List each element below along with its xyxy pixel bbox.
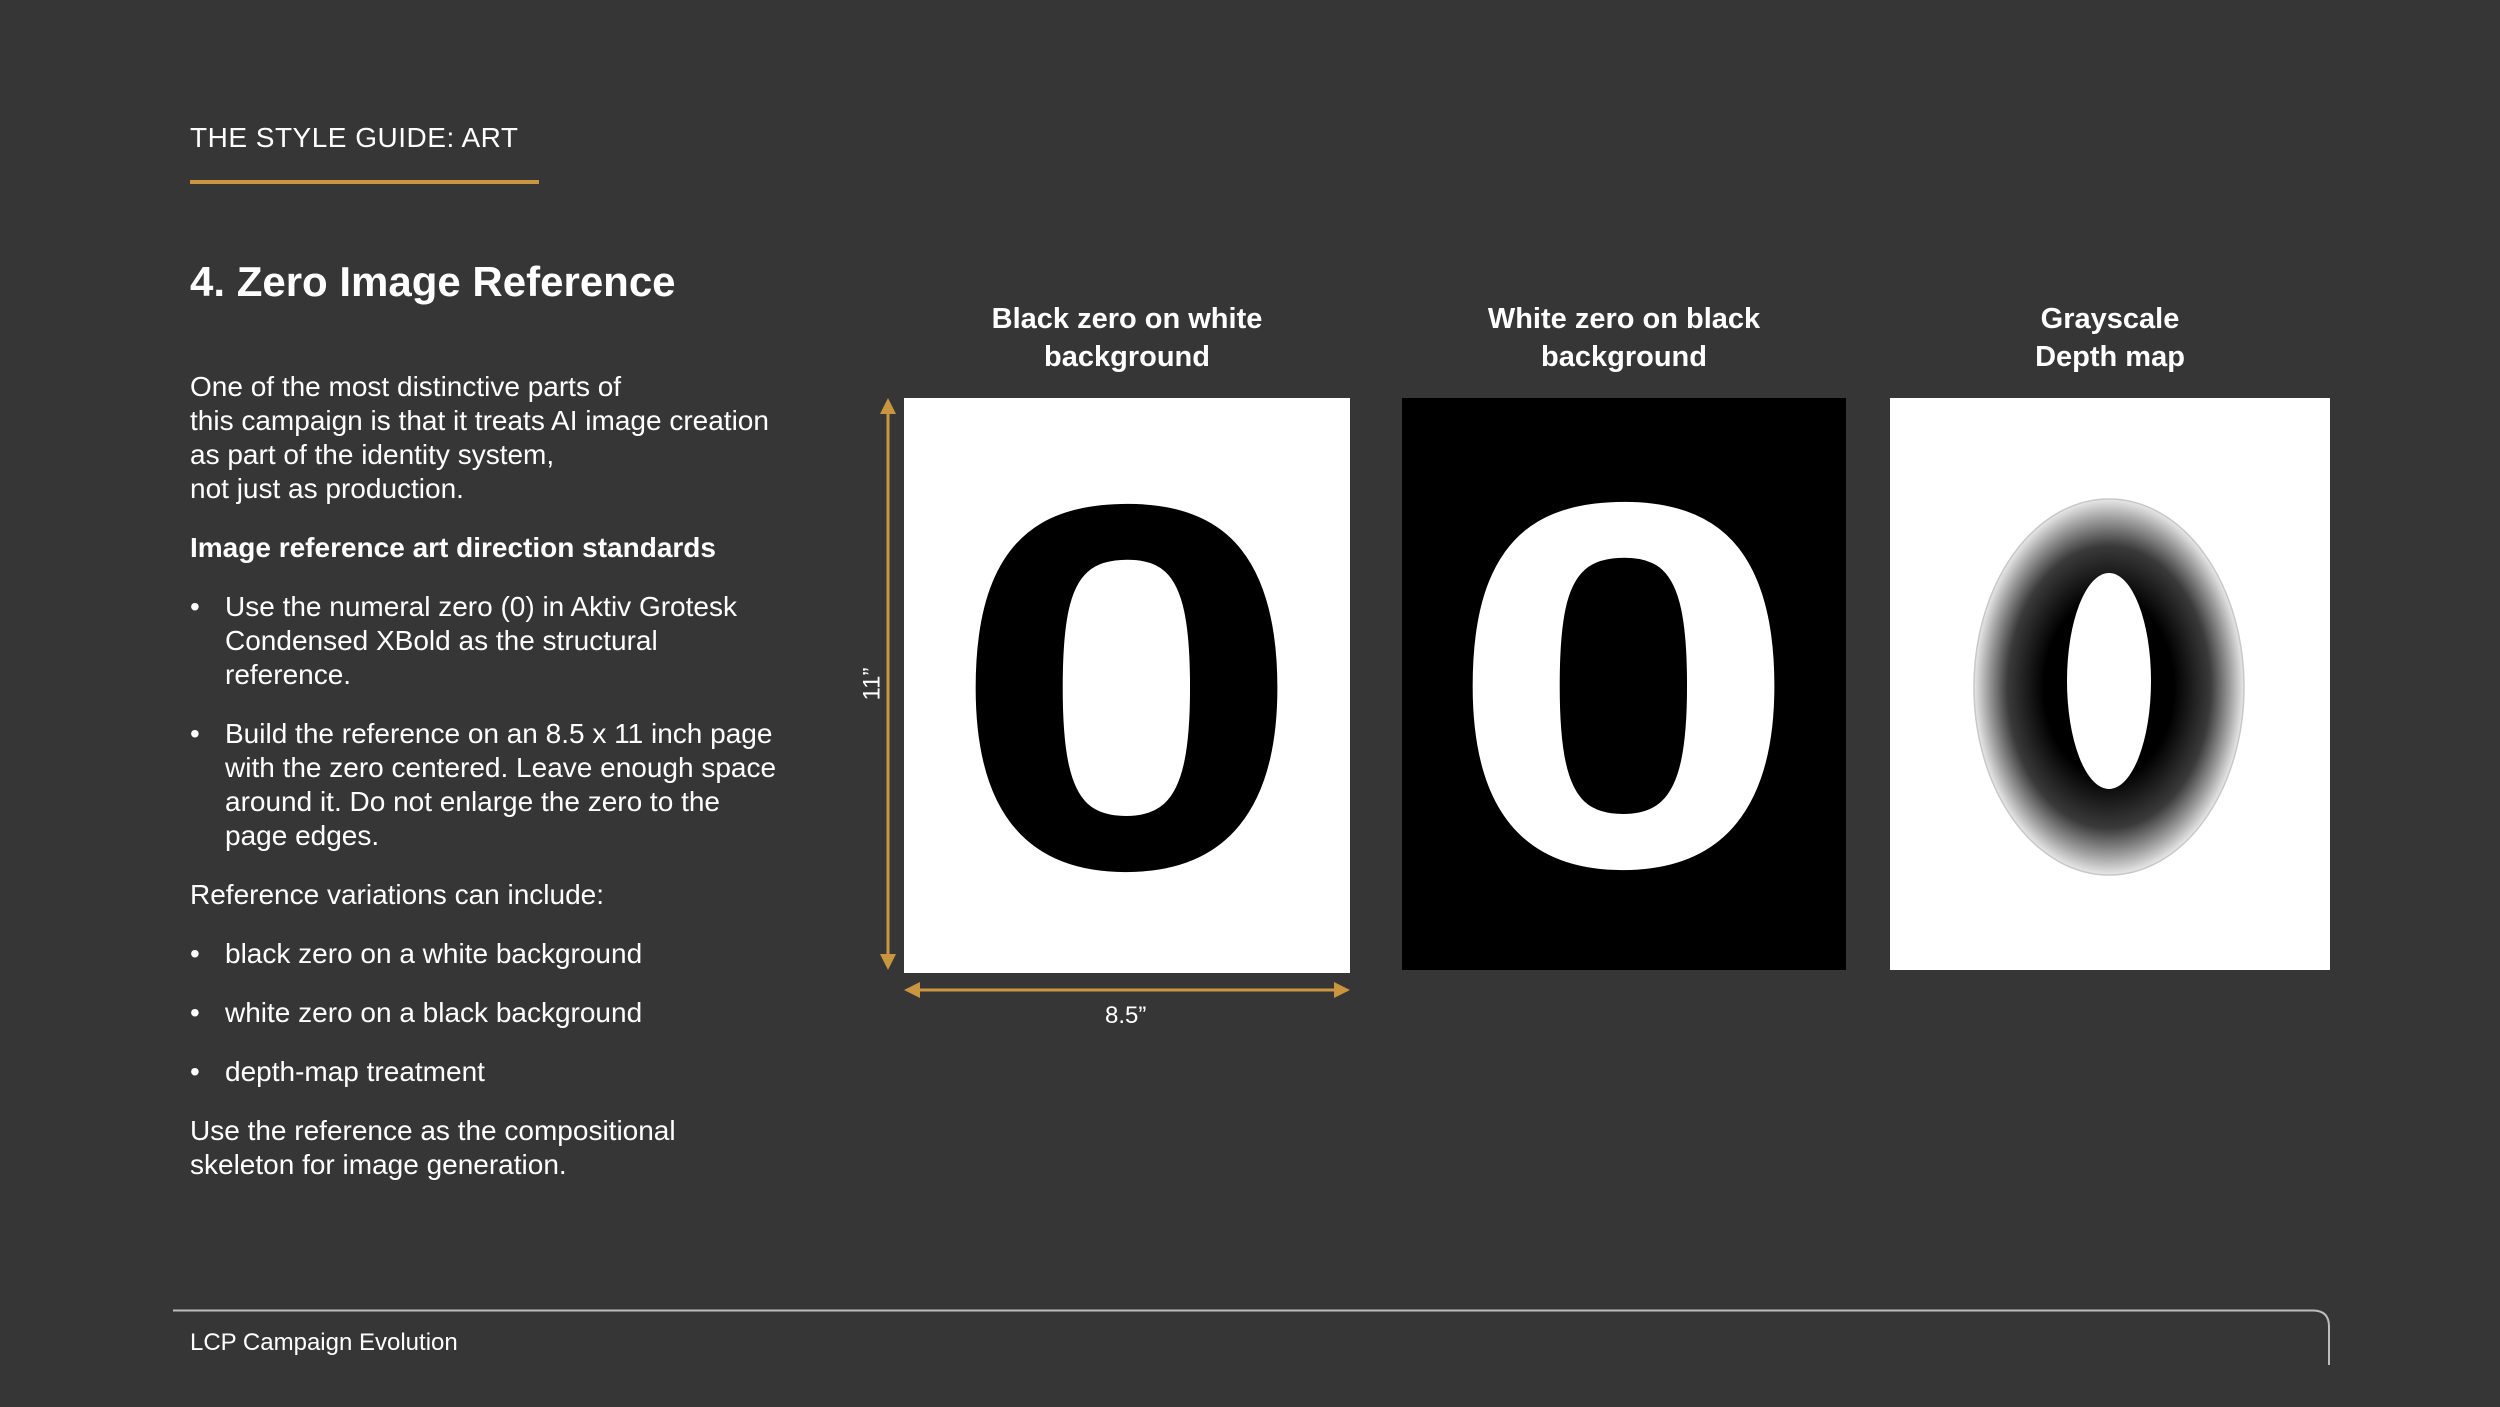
width-arrow-head-left (904, 982, 920, 998)
height-arrow-head-bottom (880, 954, 896, 970)
dimension-arrows (880, 398, 1350, 998)
width-arrow-head-right (1334, 982, 1350, 998)
footer-divider (173, 1309, 2330, 1365)
height-arrow-head-top (880, 398, 896, 414)
footer-text: LCP Campaign Evolution (190, 1329, 458, 1356)
width-dimension-label: 8.5” (1105, 1002, 1147, 1029)
height-dimension-label: 11” (858, 667, 886, 701)
